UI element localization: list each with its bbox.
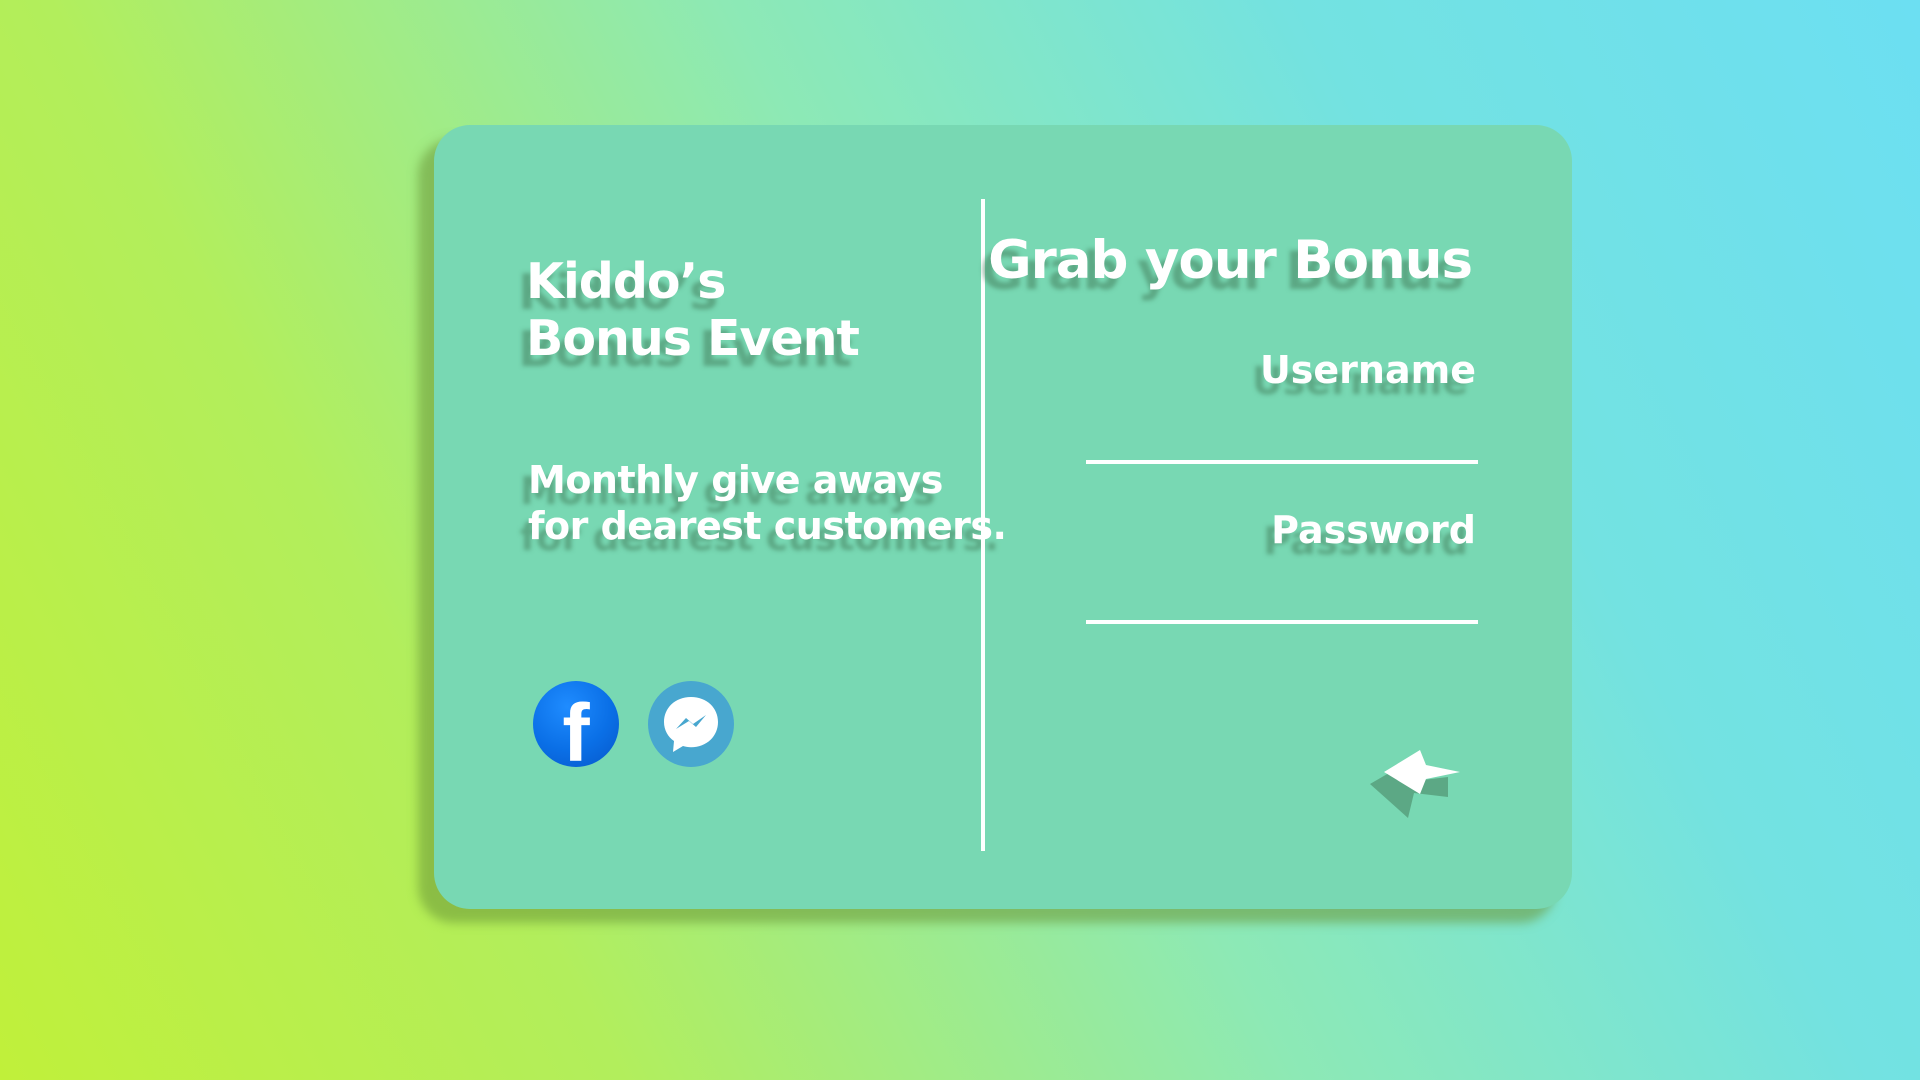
event-title: Kiddo’s Bonus Event [526, 253, 860, 367]
username-input[interactable] [1086, 460, 1478, 464]
submit-button[interactable] [1370, 737, 1478, 823]
event-tagline: Monthly give aways for dearest customers… [528, 457, 1007, 549]
facebook-button[interactable]: f [533, 681, 619, 767]
panel-divider [981, 199, 985, 851]
messenger-icon [664, 697, 718, 752]
event-title-line-2: Bonus Event [526, 310, 860, 367]
messenger-button[interactable] [648, 681, 734, 767]
username-label: Username [1259, 348, 1476, 392]
password-input[interactable] [1086, 620, 1478, 624]
arrow-right-icon [1370, 750, 1460, 818]
bonus-login-card: Kiddo’s Bonus Event Monthly give aways f… [434, 125, 1572, 909]
event-title-line-1: Kiddo’s [526, 253, 726, 310]
event-tagline-line-2: for dearest customers. [528, 504, 1007, 548]
facebook-icon: f [562, 688, 590, 768]
event-tagline-line-1: Monthly give aways [528, 458, 943, 502]
login-heading: Grab your Bonus [988, 230, 1473, 291]
password-label: Password [1271, 508, 1476, 552]
